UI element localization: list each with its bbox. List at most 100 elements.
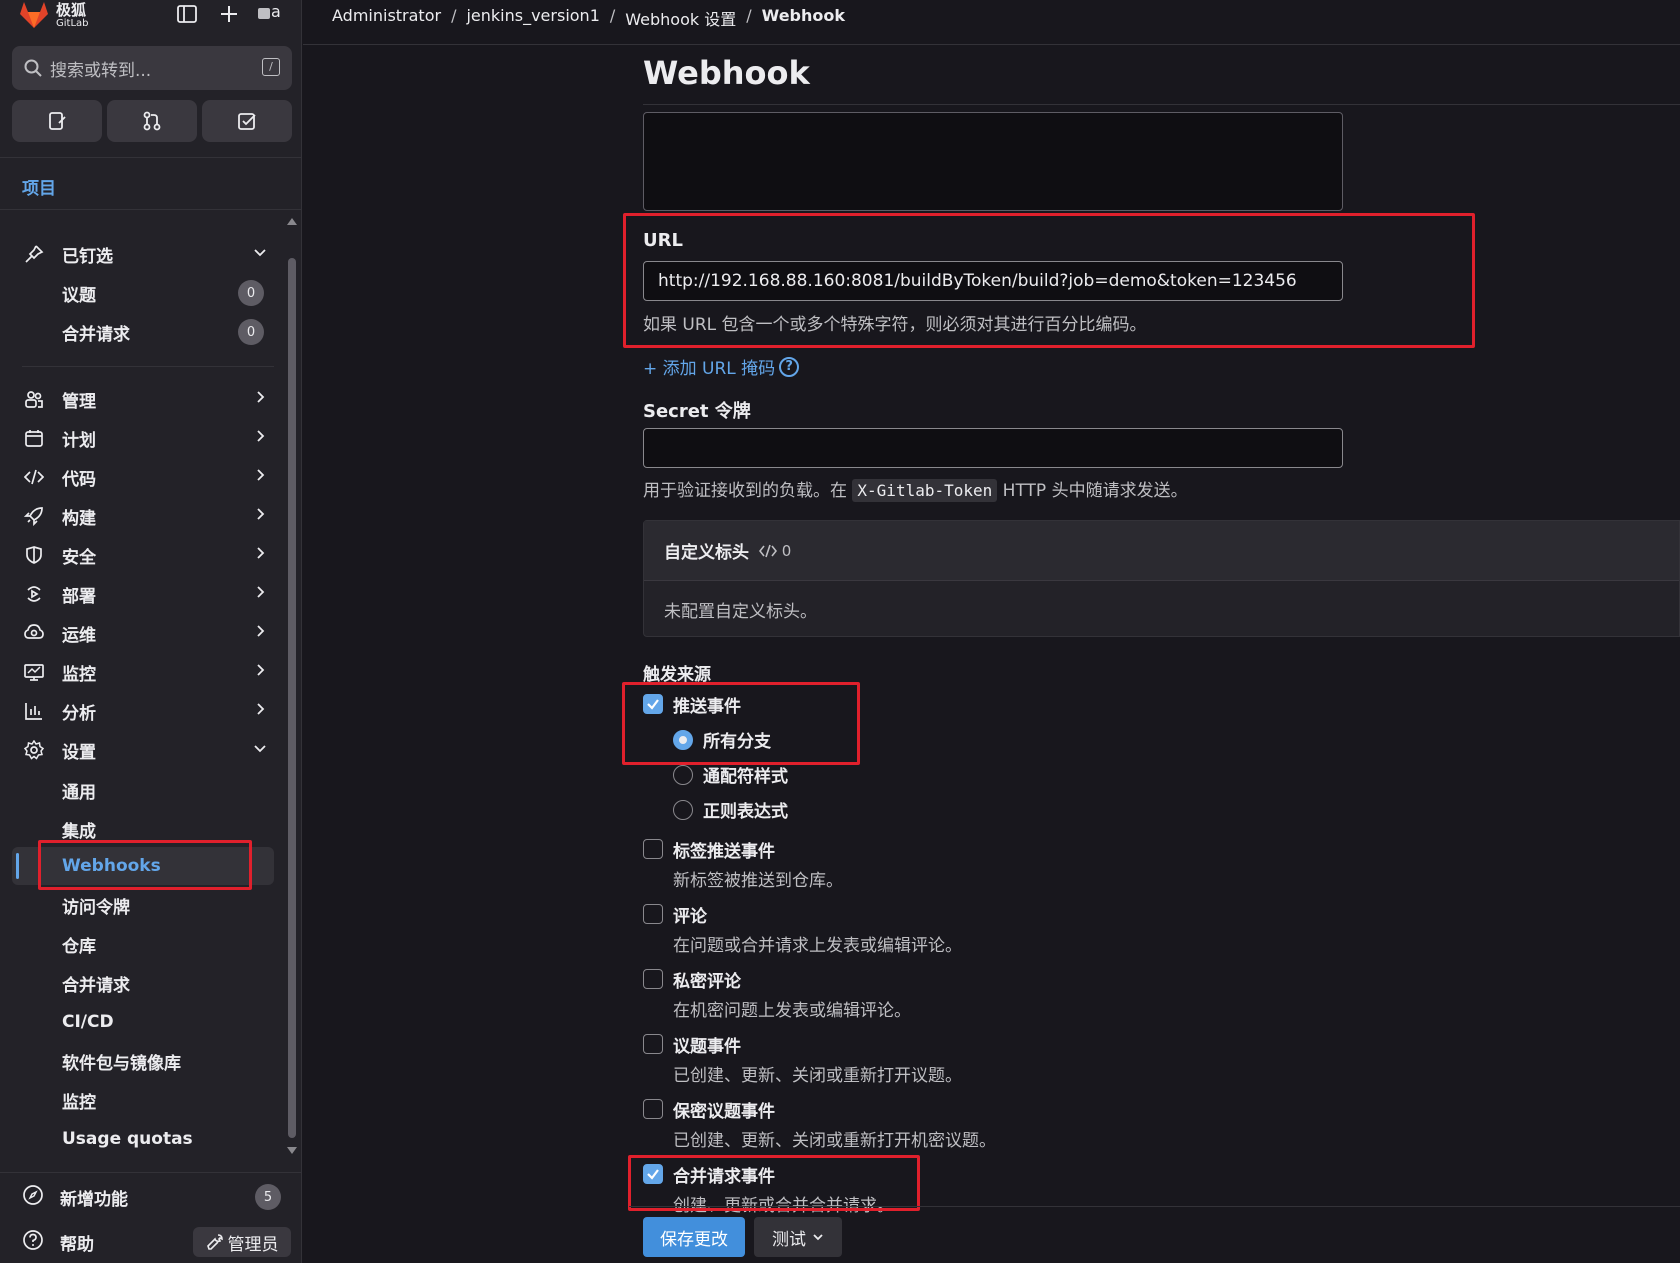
event-row-issues[interactable]: 议题事件 已创建、更新、关闭或重新打开议题。 [643,1032,962,1086]
issues-count-badge: 0 [238,280,264,306]
sidebar-item-deploy[interactable]: 部署 [22,576,272,612]
event-row-confidential-issues[interactable]: 保密议题事件 已创建、更新、关闭或重新打开机密议题。 [643,1097,996,1151]
todo-quick-button[interactable] [202,100,292,142]
event-row-confidential-comments[interactable]: 私密评论 在机密问题上发表或编辑评论。 [643,967,911,1021]
plus-icon[interactable] [216,4,242,30]
radio-all-branches[interactable] [673,729,693,750]
settings-item-repository[interactable]: 仓库 [62,927,96,961]
sidebar-item-settings[interactable]: 设置 [22,732,272,768]
sidebar-item-code[interactable]: 代码 [22,459,272,495]
merge-requests-quick-button[interactable] [107,100,197,142]
custom-headers-header: 自定义标头 0 [644,521,1679,581]
sidebar-item-plan[interactable]: 计划 [22,420,272,456]
event-desc: 创建、更新或合并合并请求。 [673,1196,894,1216]
gitlab-logo[interactable] [16,0,52,30]
sidebar-item-build[interactable]: 构建 [22,498,272,534]
sidebar-item-label: 监控 [62,664,96,685]
secret-token-label: Secret 令牌 [643,401,751,422]
admin-button[interactable]: 管理员 [193,1227,291,1257]
divider [303,44,1680,45]
help-button[interactable]: 帮助 [22,1225,94,1259]
breadcrumb-separator: / [451,6,457,25]
settings-item-monitor[interactable]: 监控 [62,1083,96,1117]
event-checkbox[interactable] [643,1034,663,1054]
save-button[interactable]: 保存更改 [643,1217,745,1257]
sidebar-item-issues[interactable]: 议题 [62,276,96,310]
whats-new-button[interactable]: 新增功能 [22,1180,128,1214]
sidebar-item-label: 构建 [62,508,96,529]
branch-option-regex[interactable]: 正则表达式 [673,797,788,822]
sidebar-item-pinned[interactable]: 已钉选 [22,236,272,272]
event-checkbox[interactable] [643,839,663,859]
custom-headers-title: 自定义标头 [664,543,749,563]
settings-item-general[interactable]: 通用 [62,773,96,807]
add-url-mask-link[interactable]: + 添加 URL 掩码 ? [643,354,800,379]
push-events-checkbox[interactable] [643,694,663,714]
sidebar-scrollbar-thumb[interactable] [288,258,296,1138]
event-checkbox[interactable] [643,969,663,989]
sidebar-item-operate[interactable]: 运维 [22,615,272,651]
chevron-down-icon [254,745,266,753]
sidebar-item-security[interactable]: 安全 [22,537,272,573]
settings-item-packages[interactable]: 软件包与镜像库 [62,1044,181,1078]
code-icon [22,465,46,489]
scroll-down-icon[interactable] [286,1146,298,1156]
chevron-down-icon [813,1234,823,1241]
issues-quick-button[interactable] [12,100,102,142]
sidebar-toggle-icon[interactable] [174,4,200,30]
branch-option-wildcard[interactable]: 通配符样式 [673,762,788,787]
event-checkbox[interactable] [643,1164,663,1184]
test-button[interactable]: 测试 [754,1217,842,1257]
avatar[interactable]: a [257,2,289,28]
sidebar-item-monitor[interactable]: 监控 [22,654,272,690]
chart-icon [22,699,46,723]
sidebar-item-label: 部署 [62,586,96,607]
settings-item-cicd[interactable]: CI/CD [62,1005,114,1039]
url-input[interactable]: http://192.168.88.160:8081/buildByToken/… [643,261,1343,301]
wrench-icon [206,1234,223,1250]
chevron-right-icon [257,391,265,403]
mr-count-badge: 0 [238,319,264,345]
active-indicator [16,853,19,879]
settings-item-access-tokens[interactable]: 访问令牌 [62,888,130,922]
divider [629,1206,1680,1207]
event-row-tag-push[interactable]: 标签推送事件 新标签被推送到仓库。 [643,837,843,891]
sidebar-item-analyze[interactable]: 分析 [22,693,272,729]
push-events-row[interactable]: 推送事件 [643,692,741,717]
sidebar-item-manage[interactable]: 管理 [22,381,272,417]
question-icon[interactable]: ? [779,356,800,377]
event-row-comments[interactable]: 评论 在问题或合并请求上发表或编辑评论。 [643,902,962,956]
chevron-down-icon [254,249,266,257]
settings-item-integrations[interactable]: 集成 [62,812,96,846]
branch-option-all[interactable]: 所有分支 [673,727,771,752]
admin-label: 管理员 [227,1234,279,1255]
event-desc: 新标签被推送到仓库。 [673,871,843,891]
breadcrumb-item[interactable]: jenkins_version1 [466,6,599,30]
chevron-right-icon [257,508,265,520]
settings-item-merge-requests[interactable]: 合并请求 [62,966,130,1000]
divider [643,104,1680,105]
radio-regex[interactable] [673,799,693,820]
monitor-icon [22,660,46,684]
event-checkbox[interactable] [643,904,663,924]
merge-request-icon [143,111,161,131]
url-label: URL [643,230,683,251]
settings-item-webhooks[interactable]: Webhooks [62,849,161,883]
secret-token-input[interactable] [643,428,1343,468]
event-row-merge-requests[interactable]: 合并请求事件 创建、更新或合并合并请求。 [643,1162,894,1216]
breadcrumb-item[interactable]: Administrator [332,6,441,30]
radio-wildcard[interactable] [673,764,693,785]
event-checkbox[interactable] [643,1099,663,1119]
description-textarea[interactable] [643,112,1343,211]
sidebar-item-label: 计划 [62,430,96,451]
sidebar-item-merge-requests[interactable]: 合并请求 [62,315,130,349]
compass-icon [22,1184,44,1211]
triggers-label: 触发来源 [643,665,711,685]
settings-item-usage-quotas[interactable]: Usage quotas [62,1122,193,1156]
secret-help-post: HTTP 头中随请求发送。 [1002,481,1188,501]
scroll-up-icon[interactable] [286,216,298,226]
whats-new-label: 新增功能 [60,1189,128,1210]
search-box[interactable]: 搜索或转到... / [12,46,292,90]
breadcrumb-item[interactable]: Webhook 设置 [625,6,736,30]
cloud-icon [22,621,46,645]
